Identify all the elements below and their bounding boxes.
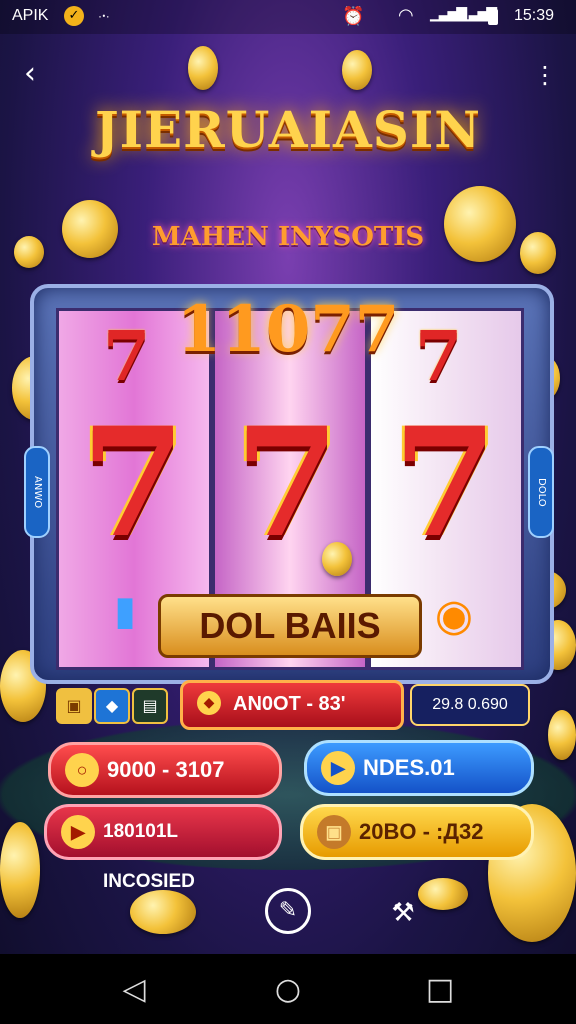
notification-coin-icon: ✓ (64, 6, 84, 26)
play-icon: ▶ (321, 751, 355, 785)
coin-decoration (520, 232, 556, 274)
coin-decoration (322, 542, 352, 576)
button-label: 20BO - :Д32 (359, 819, 484, 844)
right-side-label: DOLO (528, 446, 554, 538)
status-bar: APIK ✓ ·ꞏ· ⏰ ◠ ▁▃▅▇ ▁▃▅▇ 15:39 (0, 0, 576, 34)
square-recents-icon: □ (425, 972, 455, 1007)
bonus-bag-icon[interactable]: ◉ (424, 590, 484, 650)
button-label: 180101L INCOSIED (103, 821, 195, 892)
chest-icon: ▣ (317, 815, 351, 849)
nav-back-button[interactable]: ◁ (114, 970, 154, 1010)
more-vertical-icon: ⋮ (533, 61, 557, 89)
back-button[interactable]: ‹ (14, 58, 46, 90)
bet-value: AN0OT - 83' (233, 693, 346, 715)
status-time: 15:39 (514, 7, 555, 24)
reel-main-symbol: 7 (235, 395, 340, 571)
chart-icon[interactable]: ▤ (132, 688, 168, 724)
coin-action-button[interactable]: ○ 9000 - 3107 (48, 742, 282, 798)
coin-icon: ◆ (197, 691, 221, 715)
reel-top-symbol: 7 (103, 317, 151, 397)
coin-decoration (342, 50, 372, 90)
reel-top-symbol: 7 (415, 317, 463, 397)
battery-powerup-icon[interactable]: ▮ (100, 588, 150, 648)
button-label: NDES.01 (363, 755, 455, 780)
tool-button[interactable]: ⚒ (380, 890, 426, 936)
triangle-back-icon: ◁ (122, 972, 146, 1007)
chest-small-icon[interactable]: ▣ (56, 688, 92, 724)
button-label: 9000 - 3107 (107, 757, 225, 782)
coin-decoration (188, 46, 218, 90)
coin-decoration (14, 236, 44, 268)
play-icon: ▶ (61, 815, 95, 849)
chevron-left-icon: ‹ (24, 56, 36, 91)
wifi-icon: ◠ (398, 5, 414, 26)
play-action-button[interactable]: ▶ NDES.01 (304, 740, 534, 796)
reel-main-symbol: 7 (393, 395, 498, 571)
bet-display[interactable]: ◆ AN0OT - 83' (180, 680, 404, 730)
nav-recents-button[interactable]: □ (420, 970, 460, 1010)
battery-icon (488, 9, 498, 25)
balance-display: 29.8 0.690 (410, 684, 530, 726)
circle-home-icon: ○ (274, 972, 302, 1007)
coin-decoration (0, 822, 40, 918)
gem-icon[interactable]: ◆ (94, 688, 130, 724)
coin-decoration (548, 710, 576, 760)
chest-action-button[interactable]: ▣ 20BO - :Д32 (300, 804, 534, 860)
coin-icon: ○ (65, 753, 99, 787)
incosied-action-button[interactable]: ▶ 180101L INCOSIED (44, 804, 282, 892)
status-carrier: APIK (12, 7, 49, 24)
left-side-label: ANWO (24, 446, 50, 538)
game-title: JIERUAIASIN (95, 100, 481, 159)
settings-tool-button[interactable]: ✎ (265, 888, 311, 934)
nav-home-button[interactable]: ○ (268, 970, 308, 1010)
game-subtitle: MAHEN INYSOTIS (151, 222, 425, 252)
wrench-icon: ⚒ (391, 898, 415, 928)
spin-button[interactable]: DOL BAIIS (158, 594, 422, 658)
status-extra: ·ꞏ· (98, 9, 110, 23)
alarm-icon: ⏰ (342, 6, 365, 27)
jackpot-display: 11077 (176, 292, 400, 367)
wrench-circle-icon: ✎ (278, 898, 298, 923)
reel-main-symbol: 7 (81, 395, 186, 571)
more-menu-button[interactable]: ⋮ (530, 60, 560, 90)
